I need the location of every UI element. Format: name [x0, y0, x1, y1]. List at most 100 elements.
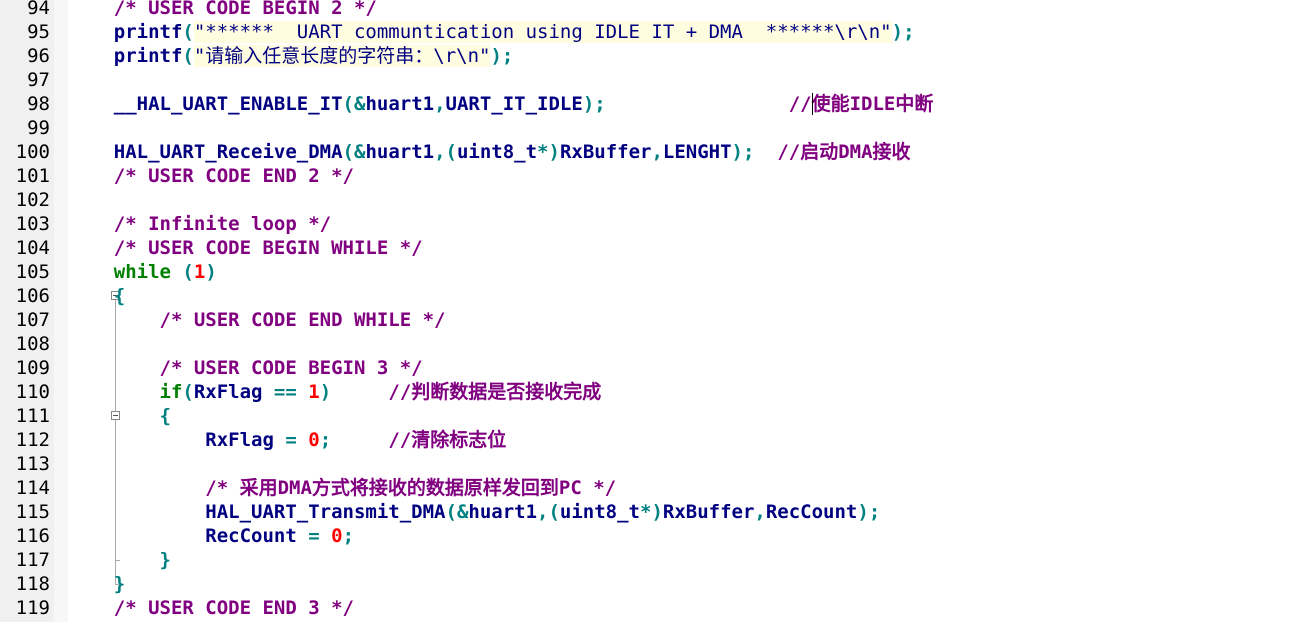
line-number: 117	[15, 549, 50, 571]
code-token: RecCount	[765, 501, 858, 523]
code-token: /* Infinite loop */	[68, 213, 332, 235]
code-line[interactable]: if(RxFlag == 1) //判断数据是否接收完成	[68, 380, 1306, 404]
code-token: );	[857, 501, 881, 523]
code-token: ,	[434, 93, 446, 115]
line-number: 105	[15, 261, 50, 283]
code-token: ==	[273, 381, 297, 403]
code-token: "****** UART communtication using IDLE I…	[193, 21, 892, 43]
line-number: 118	[15, 573, 50, 595]
code-token: huart1	[365, 141, 435, 163]
code-token: (&	[445, 501, 469, 523]
line-number: 102	[15, 189, 50, 211]
code-token: )	[319, 381, 332, 403]
code-line[interactable]: }	[68, 548, 1306, 572]
fold-margin	[54, 0, 120, 622]
code-token: );	[891, 21, 915, 43]
line-number: 94	[27, 0, 50, 19]
code-token: (&	[342, 93, 366, 115]
code-token: /* USER CODE BEGIN 2 */	[68, 0, 377, 19]
line-number: 106	[15, 285, 50, 307]
code-token: RxFlag	[68, 429, 286, 451]
line-number: 104	[15, 237, 50, 259]
code-token: );	[731, 141, 755, 163]
code-line[interactable]: printf("请输入任意长度的字符串：\r\n");	[68, 44, 1306, 68]
code-line[interactable]	[68, 452, 1306, 476]
code-token: ;	[319, 429, 332, 451]
line-number: 98	[27, 93, 50, 115]
line-number: 101	[15, 165, 50, 187]
code-token: (&	[342, 141, 366, 163]
code-token: RecCount	[68, 525, 309, 547]
code-token: /* USER CODE BEGIN WHILE */	[68, 237, 423, 259]
code-token: (	[182, 21, 194, 43]
code-token: =	[308, 525, 320, 547]
code-token: {	[68, 285, 126, 307]
line-number: 108	[15, 333, 50, 355]
code-line[interactable]: __HAL_UART_ENABLE_IT(&huart1,UART_IT_IDL…	[68, 92, 1306, 116]
code-token: 0	[331, 525, 343, 547]
code-line[interactable]: RxFlag = 0; //清除标志位	[68, 428, 1306, 452]
code-line[interactable]	[68, 116, 1306, 140]
code-token: ,(	[434, 141, 457, 163]
code-line[interactable]	[68, 188, 1306, 212]
code-line[interactable]	[68, 68, 1306, 92]
code-token: ,	[651, 141, 663, 163]
code-line[interactable]: {	[68, 404, 1306, 428]
code-line[interactable]: HAL_UART_Receive_DMA(&huart1,(uint8_t*)R…	[68, 140, 1306, 164]
line-number: 96	[27, 45, 50, 67]
code-token: //清除标志位	[388, 429, 507, 451]
code-line[interactable]: {	[68, 284, 1306, 308]
code-line[interactable]: /* USER CODE BEGIN 2 */	[68, 0, 1306, 20]
code-token: UART_IT_IDLE	[445, 93, 583, 115]
code-line[interactable]: HAL_UART_Transmit_DMA(&huart1,(uint8_t*)…	[68, 500, 1306, 524]
code-token: }	[68, 573, 126, 595]
line-number: 99	[27, 117, 50, 139]
line-number: 107	[15, 309, 50, 331]
code-token: 1	[308, 381, 320, 403]
code-line[interactable]: while (1)	[68, 260, 1306, 284]
line-number: 115	[15, 501, 50, 523]
line-number-gutter: 94 95 96 97 98 99 100 101 102 103 104 105 106 107 108 1…	[0, 0, 55, 622]
code-line[interactable]: /* USER CODE END 2 */	[68, 164, 1306, 188]
code-token: )	[205, 261, 217, 283]
code-token: printf	[68, 45, 183, 67]
code-line[interactable]: /* USER CODE END 3 */	[68, 596, 1306, 620]
code-token: HAL_UART_Transmit_DMA	[68, 501, 446, 523]
code-token: );	[490, 45, 514, 67]
code-line[interactable]: /* USER CODE BEGIN WHILE */	[68, 236, 1306, 260]
code-token: *)	[537, 141, 560, 163]
text-caret	[812, 93, 813, 115]
code-token: //启动DMA接收	[777, 141, 911, 163]
line-number: 119	[15, 597, 50, 619]
code-token: RxFlag	[193, 381, 274, 403]
line-number: 95	[27, 21, 50, 43]
code-token: while	[68, 261, 171, 283]
line-number: 113	[15, 453, 50, 475]
code-token: }	[68, 549, 171, 571]
code-line[interactable]: /* Infinite loop */	[68, 212, 1306, 236]
code-line[interactable]: RecCount = 0;	[68, 524, 1306, 548]
code-line[interactable]: /* USER CODE BEGIN 3 */	[68, 356, 1306, 380]
line-number: 110	[15, 381, 50, 403]
code-line[interactable]: printf("****** UART communtication using…	[68, 20, 1306, 44]
line-number: 109	[15, 357, 50, 379]
code-line[interactable]: /* 采用DMA方式将接收的数据原样发回到PC */	[68, 476, 1306, 500]
code-line[interactable]	[68, 332, 1306, 356]
code-editor[interactable]: 94 95 96 97 98 99 100 101 102 103 104 105 106 107 108 1…	[0, 0, 1306, 622]
code-token: (	[182, 261, 194, 283]
code-token: *)	[640, 501, 663, 523]
code-line[interactable]: }	[68, 572, 1306, 596]
code-line[interactable]: /* USER CODE END WHILE */	[68, 308, 1306, 332]
line-number: 97	[27, 69, 50, 91]
code-token: LENGHT	[662, 141, 732, 163]
code-token: //判断数据是否接收完成	[388, 381, 602, 403]
code-token: //使能IDLE中断	[788, 93, 934, 115]
code-text-area[interactable]: /* USER CODE BEGIN 2 */ printf("****** U…	[68, 0, 1306, 622]
